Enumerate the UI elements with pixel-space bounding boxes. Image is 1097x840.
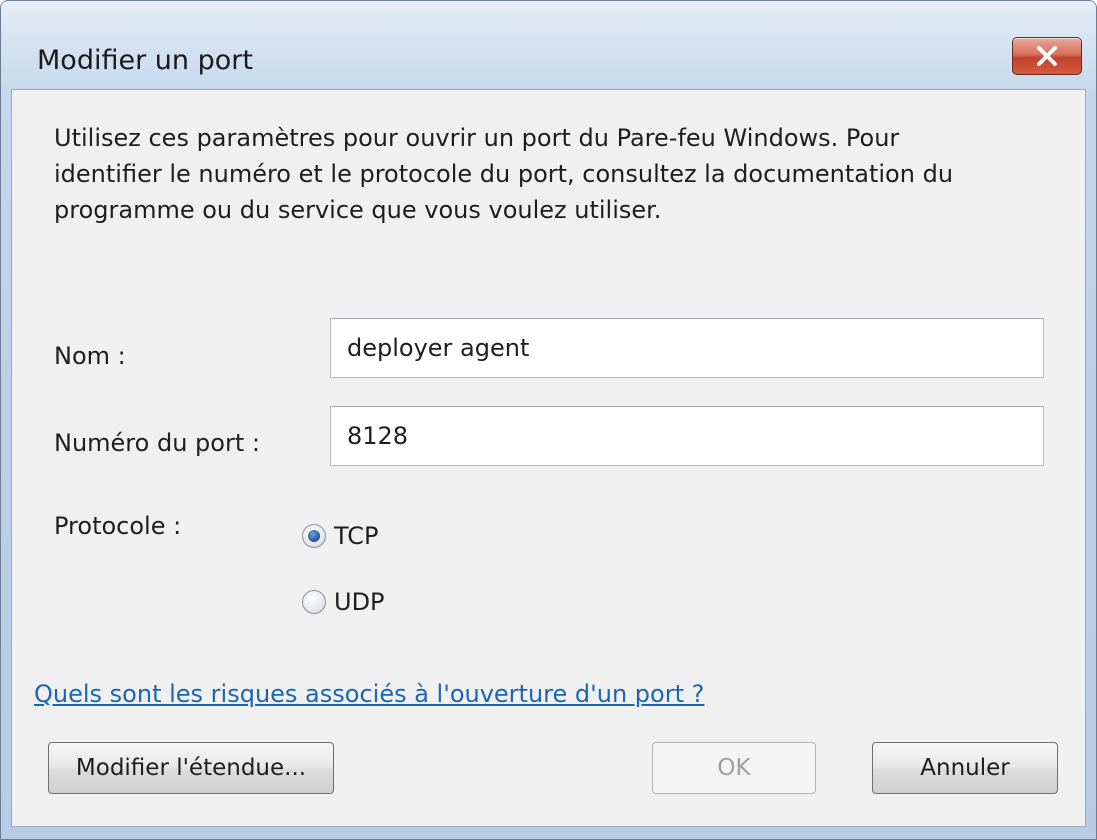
description-text: Utilisez ces paramètres pour ouvrir un p… [54, 124, 954, 224]
title-bar[interactable]: Modifier un port [1, 1, 1096, 89]
cancel-button[interactable]: Annuler [872, 742, 1058, 794]
close-icon [1037, 46, 1057, 66]
close-button[interactable] [1012, 37, 1082, 75]
radio-udp[interactable]: UDP [302, 584, 385, 620]
name-label: Nom : [54, 342, 126, 370]
radio-udp-label: UDP [334, 588, 385, 616]
name-input[interactable] [330, 318, 1044, 378]
window-title: Modifier un port [37, 45, 253, 76]
modify-scope-button[interactable]: Modifier l'étendue... [48, 742, 334, 794]
radio-tcp[interactable]: TCP [302, 518, 378, 554]
radio-tcp-label: TCP [334, 522, 379, 550]
radio-checked-icon[interactable] [302, 524, 326, 548]
ok-button[interactable]: OK [652, 742, 816, 794]
port-label: Numéro du port : [54, 429, 260, 457]
protocol-label: Protocole : [54, 512, 182, 540]
dialog-content: Utilisez ces paramètres pour ouvrir un p… [11, 89, 1086, 827]
port-input[interactable] [330, 406, 1044, 466]
radio-unchecked-icon[interactable] [302, 590, 326, 614]
port-risks-link[interactable]: Quels sont les risques associés à l'ouve… [34, 680, 704, 708]
dialog-window: Modifier un port Utilisez ces paramètres… [0, 0, 1097, 840]
